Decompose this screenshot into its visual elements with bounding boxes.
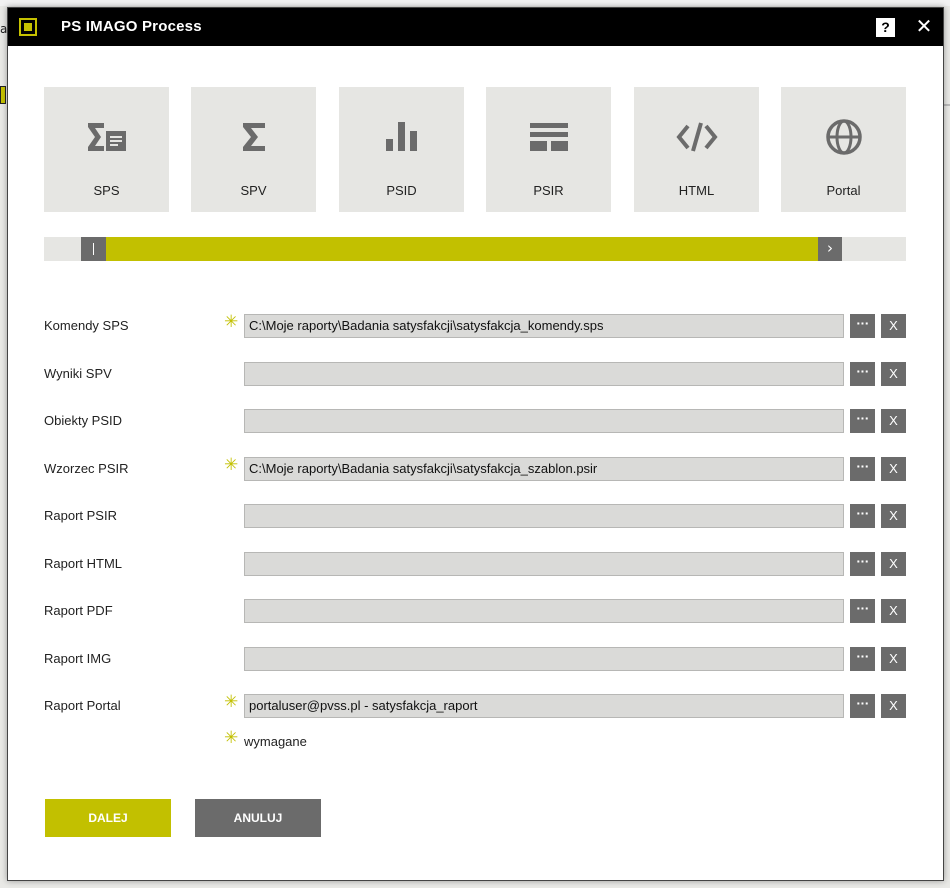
required-asterisk-icon: ✳: [224, 312, 239, 332]
layout-grid-icon: [530, 123, 568, 151]
legend-text: wymagane: [244, 734, 307, 749]
sigma-document-icon: [88, 123, 126, 151]
path-input[interactable]: [244, 599, 844, 623]
globe-icon: [826, 119, 862, 155]
sigma-icon: [243, 123, 265, 151]
required-asterisk-icon: ✳: [224, 728, 239, 748]
close-button[interactable]: ✕: [914, 16, 934, 38]
form-row: Raport IMG ··· X: [44, 647, 906, 671]
browse-button[interactable]: ···: [850, 362, 875, 386]
path-input[interactable]: C:\Moje raporty\Badania satysfakcji\saty…: [244, 314, 844, 338]
app-logo-icon: [19, 18, 37, 36]
help-button[interactable]: ?: [876, 18, 895, 37]
tile-label: Portal: [826, 183, 861, 198]
browse-button[interactable]: ···: [850, 314, 875, 338]
background-window-edge: [0, 0, 950, 6]
tile-label: SPS: [93, 183, 120, 198]
clear-button[interactable]: X: [881, 409, 906, 433]
field-label: Raport HTML: [44, 556, 123, 571]
browse-button[interactable]: ···: [850, 694, 875, 718]
path-input[interactable]: [244, 362, 844, 386]
process-dialog: PS IMAGO Process ? ✕ SPS SPV PSID PSIR H…: [7, 7, 944, 881]
tile-sps[interactable]: SPS: [44, 87, 169, 212]
tile-label: SPV: [240, 183, 267, 198]
next-button[interactable]: DALEJ: [45, 799, 171, 837]
required-legend: ✳ wymagane: [224, 728, 424, 754]
progress-start-handle: [81, 237, 106, 261]
form-row: Wyniki SPV ··· X: [44, 362, 906, 386]
code-icon: [676, 122, 718, 152]
required-asterisk-icon: ✳: [224, 455, 239, 475]
tile-label: HTML: [678, 183, 715, 198]
browse-button[interactable]: ···: [850, 409, 875, 433]
browse-button[interactable]: ···: [850, 599, 875, 623]
tile-portal[interactable]: Portal: [781, 87, 906, 212]
field-label: Raport Portal: [44, 698, 121, 713]
field-label: Wzorzec PSIR: [44, 461, 129, 476]
tile-label: PSIR: [533, 183, 564, 198]
title-bar: PS IMAGO Process ? ✕: [8, 8, 943, 46]
path-input[interactable]: [244, 647, 844, 671]
required-asterisk-icon: ✳: [224, 692, 239, 712]
path-input[interactable]: C:\Moje raporty\Badania satysfakcji\saty…: [244, 457, 844, 481]
cancel-button[interactable]: ANULUJ: [195, 799, 321, 837]
clear-button[interactable]: X: [881, 647, 906, 671]
browse-button[interactable]: ···: [850, 647, 875, 671]
progress-fill: [106, 237, 818, 261]
form-row: Raport Portal ✳ portaluser@pvss.pl - satys…: [44, 692, 906, 718]
tile-spv[interactable]: SPV: [191, 87, 316, 212]
progress-next-button[interactable]: ›: [818, 237, 842, 261]
field-label: Wyniki SPV: [44, 366, 112, 381]
background-divider: [944, 104, 950, 106]
form-row: Obiekty PSID ··· X: [44, 409, 906, 433]
form-row: Komendy SPS ✳ C:\Moje raporty\Badania saty…: [44, 312, 906, 338]
clear-button[interactable]: X: [881, 599, 906, 623]
form-row: Raport HTML ··· X: [44, 552, 906, 576]
path-input[interactable]: [244, 504, 844, 528]
path-input[interactable]: [244, 552, 844, 576]
tile-label: PSID: [386, 183, 417, 198]
clear-button[interactable]: X: [881, 457, 906, 481]
clear-button[interactable]: X: [881, 362, 906, 386]
tile-psir[interactable]: PSIR: [486, 87, 611, 212]
tile-html[interactable]: HTML: [634, 87, 759, 212]
clear-button[interactable]: X: [881, 694, 906, 718]
bar-chart-icon: [386, 122, 417, 151]
field-label: Komendy SPS: [44, 318, 129, 333]
background-app-icon: [0, 86, 6, 104]
clear-button[interactable]: X: [881, 504, 906, 528]
form-row: Raport PDF ··· X: [44, 599, 906, 623]
window-title: PS IMAGO Process: [61, 18, 202, 35]
browse-button[interactable]: ···: [850, 457, 875, 481]
path-input[interactable]: portaluser@pvss.pl - satysfakcja_raport: [244, 694, 844, 718]
tile-psid[interactable]: PSID: [339, 87, 464, 212]
browse-button[interactable]: ···: [850, 552, 875, 576]
field-label: Raport IMG: [44, 651, 112, 666]
clear-button[interactable]: X: [881, 552, 906, 576]
form-row: Raport PSIR ··· X: [44, 504, 906, 528]
progress-bar: ›: [44, 237, 906, 261]
field-label: Raport PSIR: [44, 508, 117, 523]
form-row: Wzorzec PSIR ✳ C:\Moje raporty\Badania sat…: [44, 455, 906, 481]
path-input[interactable]: [244, 409, 844, 433]
field-label: Obiekty PSID: [44, 413, 123, 428]
clear-button[interactable]: X: [881, 314, 906, 338]
field-label: Raport PDF: [44, 603, 113, 618]
browse-button[interactable]: ···: [850, 504, 875, 528]
